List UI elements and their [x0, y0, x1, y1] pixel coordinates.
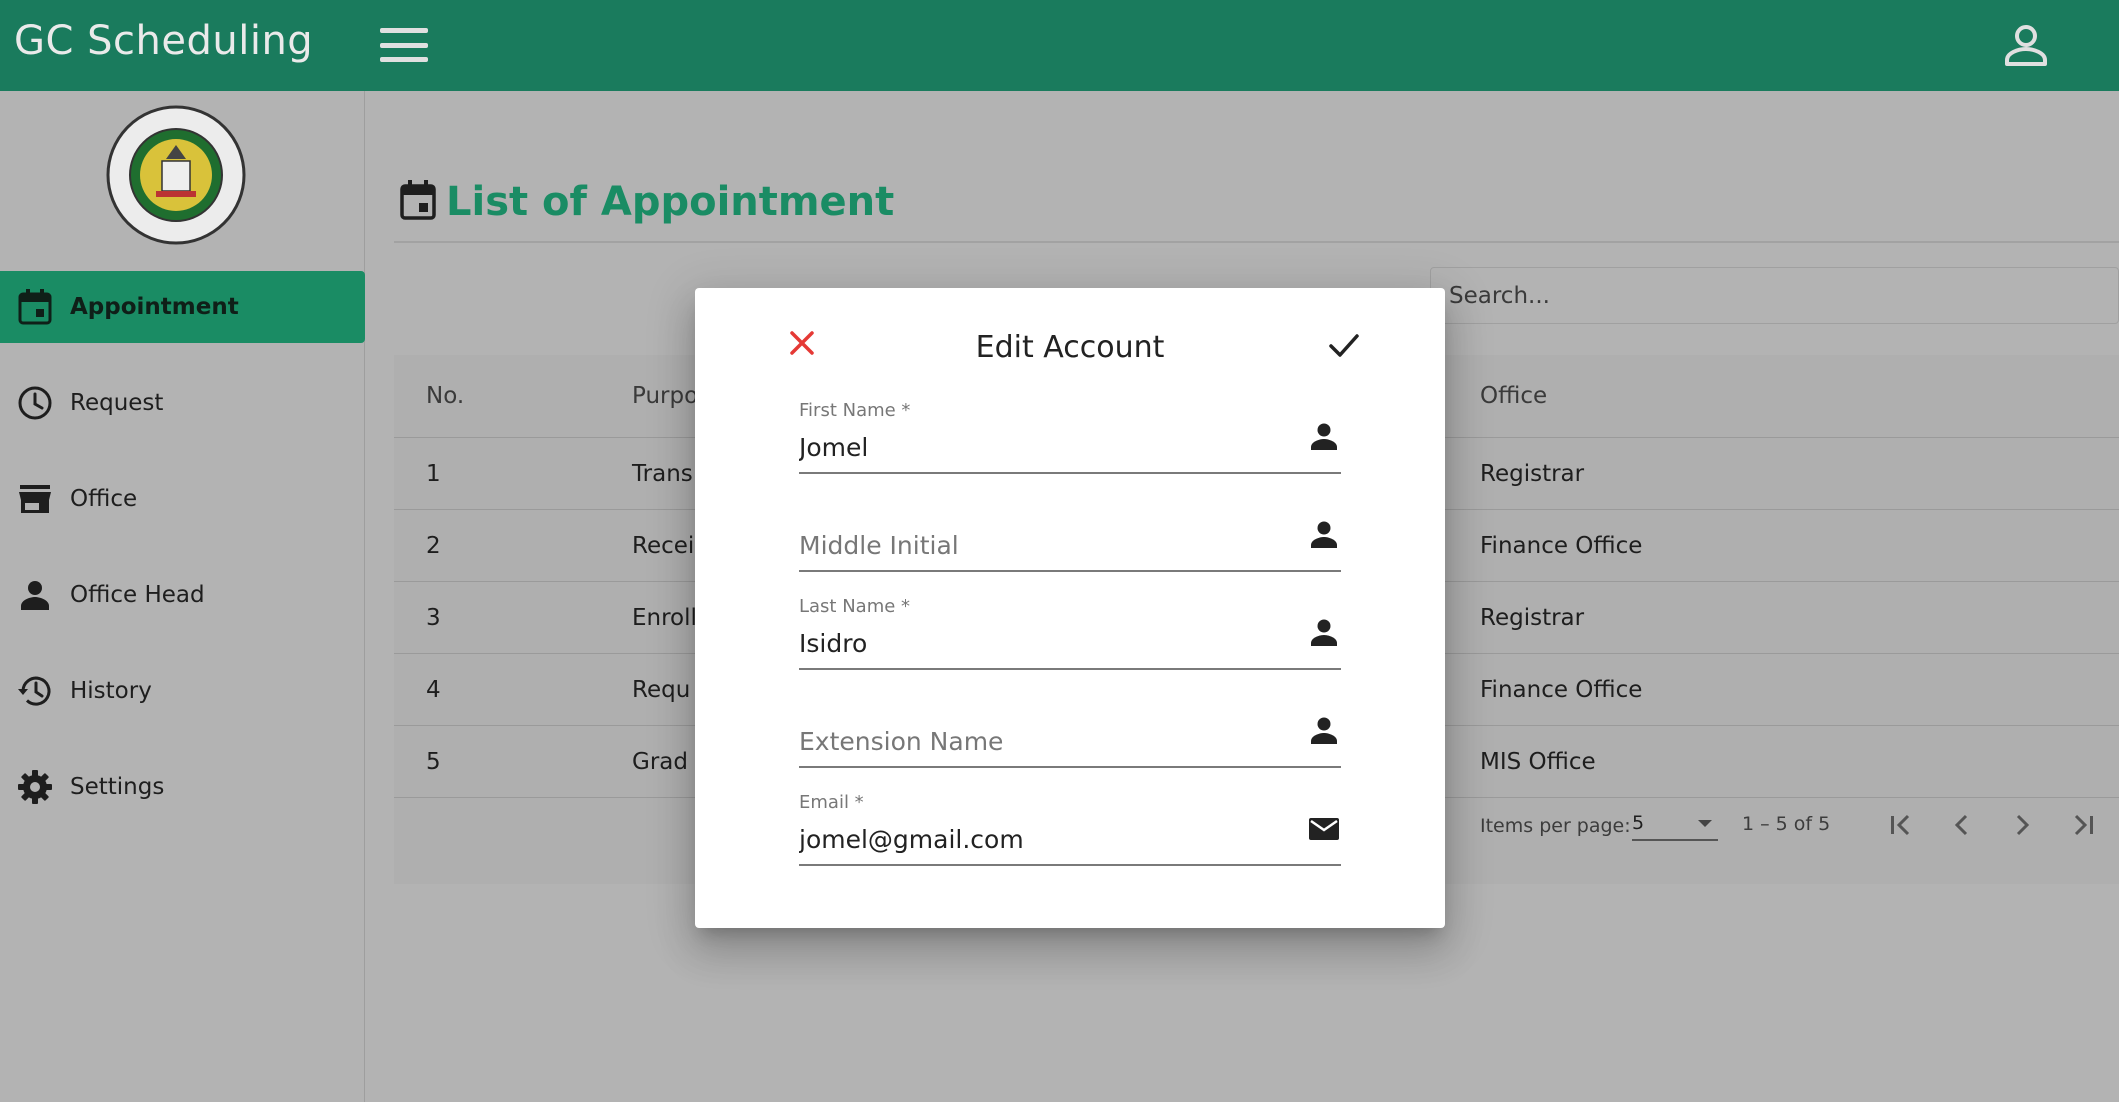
column-header-office[interactable]: Office — [1480, 383, 1547, 409]
save-button[interactable] — [1327, 328, 1361, 362]
mail-icon — [1309, 818, 1339, 840]
middle-initial-input[interactable] — [799, 526, 1279, 564]
email-field[interactable]: Email * — [799, 792, 1341, 866]
search-input[interactable] — [1430, 267, 2119, 324]
row-office: Registrar — [1480, 460, 1585, 487]
page-title: List of Appointment — [446, 179, 895, 225]
sidebar-item-settings[interactable]: Settings — [0, 751, 365, 823]
row-purpose: Trans — [632, 460, 693, 487]
row-purpose: Requ — [632, 676, 691, 703]
page-heading: List of Appointment — [400, 179, 894, 225]
sidebar-item-request[interactable]: Request — [0, 367, 365, 439]
chevron-right-icon — [2016, 814, 2030, 836]
store-icon — [16, 480, 54, 518]
person-icon — [1311, 717, 1337, 744]
chevron-left-icon — [1954, 814, 1968, 836]
row-office: Finance Office — [1480, 676, 1643, 703]
calendar-icon — [400, 180, 440, 224]
gear-icon — [16, 768, 54, 806]
first-name-label: First Name * — [799, 400, 911, 421]
user-icon — [2005, 25, 2047, 66]
next-page-button[interactable] — [2004, 807, 2040, 843]
sidebar-item-office[interactable]: Office — [0, 463, 365, 535]
app-title: GC Scheduling — [14, 18, 314, 64]
hamburger-icon — [380, 28, 428, 33]
row-office: Finance Office — [1480, 532, 1643, 559]
sidebar-item-label: Office — [70, 486, 138, 512]
email-label: Email * — [799, 792, 864, 813]
last-page-icon — [2074, 814, 2093, 836]
row-no: 3 — [426, 604, 441, 631]
row-purpose: Enroll — [632, 604, 697, 631]
edit-account-dialog: Edit Account First Name * Last Name * Em… — [695, 288, 1445, 928]
extension-name-input[interactable] — [799, 722, 1279, 760]
column-header-no[interactable]: No. — [426, 383, 464, 409]
first-page-button[interactable] — [1884, 807, 1920, 843]
sidebar-item-label: History — [70, 678, 152, 704]
sidebar-item-office-head[interactable]: Office Head — [0, 559, 365, 631]
row-office: Registrar — [1480, 604, 1585, 631]
sidebar-item-appointment[interactable]: Appointment — [0, 271, 365, 343]
row-no: 4 — [426, 676, 441, 703]
person-icon — [1311, 521, 1337, 548]
first-page-icon — [1891, 814, 1910, 836]
middle-initial-field[interactable] — [799, 498, 1341, 572]
last-name-input[interactable] — [799, 624, 1279, 662]
college-logo — [106, 105, 246, 245]
sidebar-item-label: Office Head — [70, 582, 205, 608]
column-header-purpose[interactable]: Purpo — [632, 383, 698, 409]
last-name-field[interactable]: Last Name * — [799, 596, 1341, 670]
divider — [394, 241, 2119, 243]
first-name-field[interactable]: First Name * — [799, 400, 1341, 474]
person-icon — [1311, 619, 1337, 646]
account-button[interactable] — [2001, 20, 2051, 70]
sidebar-item-label: Request — [70, 390, 164, 416]
sidebar-item-label: Settings — [70, 774, 165, 800]
top-toolbar: GC Scheduling — [0, 0, 2119, 91]
last-page-button[interactable] — [2064, 807, 2100, 843]
person-icon — [16, 576, 54, 614]
row-office: MIS Office — [1480, 748, 1596, 775]
items-per-page-select[interactable]: 5 — [1632, 807, 1718, 841]
items-per-page-value: 5 — [1632, 812, 1645, 834]
previous-page-button[interactable] — [1944, 807, 1980, 843]
row-no: 2 — [426, 532, 441, 559]
range-label: 1 – 5 of 5 — [1742, 813, 1831, 835]
items-per-page-label: Items per page: — [1480, 815, 1631, 837]
check-icon — [1329, 334, 1359, 357]
sidebar-item-label: Appointment — [70, 294, 239, 320]
clock-icon — [16, 384, 54, 422]
sidebar: Appointment Request Office Office Head H… — [0, 91, 365, 1102]
sidebar-item-history[interactable]: History — [0, 655, 365, 727]
row-no: 5 — [426, 748, 441, 775]
sidebar-nav: Appointment Request Office Office Head H… — [0, 271, 365, 847]
extension-name-field[interactable] — [799, 694, 1341, 768]
first-name-input[interactable] — [799, 428, 1279, 466]
email-input[interactable] — [799, 820, 1279, 858]
row-no: 1 — [426, 460, 441, 487]
person-icon — [1311, 423, 1337, 450]
last-name-label: Last Name * — [799, 596, 911, 617]
menu-toggle-button[interactable] — [380, 28, 428, 62]
row-purpose: Recei — [632, 532, 695, 559]
chevron-down-icon — [1698, 819, 1712, 827]
row-purpose: Grad — [632, 748, 688, 775]
history-icon — [16, 672, 54, 710]
calendar-icon — [16, 288, 54, 326]
